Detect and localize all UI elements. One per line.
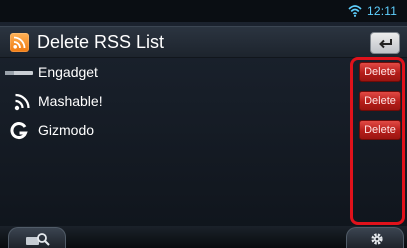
feed-name: Gizmodo [38,122,95,138]
feed-name: Mashable! [38,93,103,109]
back-button[interactable] [370,32,400,54]
header: Delete RSS List [0,26,407,58]
search-icon [26,233,50,246]
wifi-icon [348,5,362,17]
clock: 12:11 [367,4,398,18]
screen: 12:11 Delete RSS List Engadget Delete Ma… [0,0,407,248]
rss-feed-icon [10,33,29,52]
settings-button[interactable] [346,227,404,248]
feed-name: Engadget [38,64,98,80]
page-title: Delete RSS List [37,32,165,52]
rss-list: Engadget Delete Mashable! Delete Gizmodo… [0,58,407,214]
gear-icon [371,233,383,245]
list-item[interactable]: Engadget Delete [0,58,407,88]
gizmodo-logo-icon [10,122,28,140]
engadget-logo-icon [5,71,33,75]
rss-feed-icon [14,93,30,111]
status-bar: 12:11 [0,0,407,22]
back-arrow-icon [379,39,392,49]
highlight-annotation [350,57,405,225]
list-item[interactable]: Mashable! Delete [0,87,407,117]
search-button[interactable] [8,227,66,248]
list-item[interactable]: Gizmodo Delete [0,116,407,146]
bottom-bar [0,226,407,248]
